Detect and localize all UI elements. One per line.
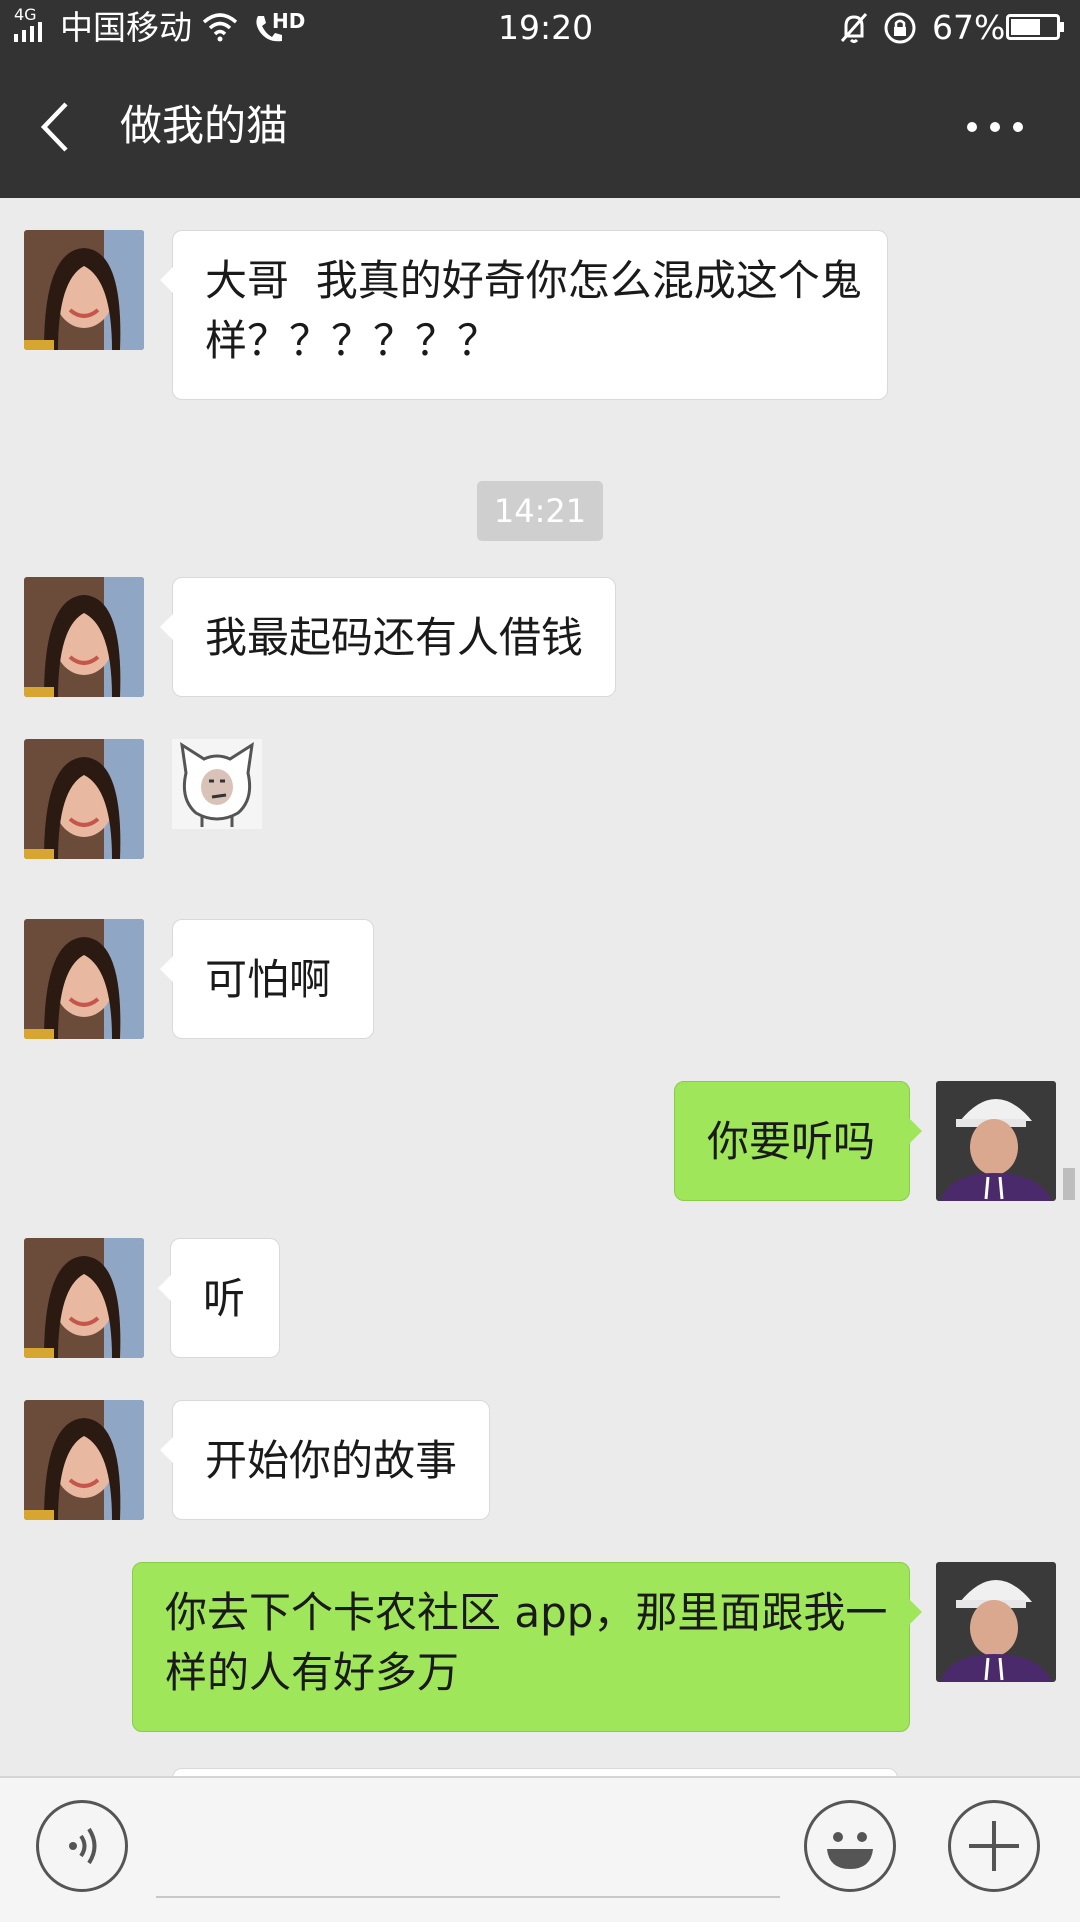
back-arrow-icon xyxy=(40,102,68,152)
voice-button[interactable] xyxy=(36,1800,128,1892)
battery-icon xyxy=(1006,14,1064,40)
incoming-message[interactable]: 大哥 我真的好奇你怎么混成这个鬼 样？？？？？？ xyxy=(160,230,888,400)
contact-avatar[interactable] xyxy=(24,919,144,1039)
incoming-message[interactable]: 我最起码还有人借钱 xyxy=(160,577,616,697)
message-text: 开始你的故事 xyxy=(205,1436,458,1485)
contact-avatar[interactable] xyxy=(24,1400,144,1520)
chat-title: 做我的猫 xyxy=(120,101,289,150)
message-text: 你去下个卡农社区 app，那里面跟我一 xyxy=(165,1588,888,1637)
message-input[interactable] xyxy=(156,1896,780,1898)
scrollbar-thumb[interactable] xyxy=(1063,1168,1075,1200)
back-button[interactable] xyxy=(30,92,90,162)
message-text: 可怕啊 xyxy=(205,955,332,1004)
emoji-icon xyxy=(827,1832,873,1869)
time-divider: 14:21 xyxy=(477,481,603,541)
status-bar: 4G 中国移动 HD 19:20 67% xyxy=(0,0,1080,56)
chat-header: 做我的猫 xyxy=(0,56,1080,198)
wifi-icon xyxy=(202,13,238,42)
message-text: 听 xyxy=(203,1274,246,1323)
battery-percent: 67% xyxy=(932,8,1006,47)
more-options-icon xyxy=(967,122,1023,132)
message-text: 样？？？？？？ xyxy=(205,316,500,365)
rotation-lock-icon xyxy=(884,12,916,44)
cat-face-sticker[interactable] xyxy=(172,739,262,829)
message-list[interactable]: 大哥 我真的好奇你怎么混成这个鬼 样？？？？？？ 14:21 我最起码还有人借钱… xyxy=(0,198,1080,1776)
signal-icon xyxy=(14,22,42,42)
input-bar xyxy=(0,1776,1080,1922)
my-avatar[interactable] xyxy=(936,1081,1056,1201)
emoji-button[interactable] xyxy=(804,1800,896,1892)
message-text: 你要听吗 xyxy=(707,1117,876,1166)
incoming-message[interactable]: 听 xyxy=(158,1238,280,1358)
contact-avatar[interactable] xyxy=(24,1238,144,1358)
incoming-message[interactable] xyxy=(172,1768,898,1776)
carrier-name: 中国移动 xyxy=(60,8,192,47)
battery-level xyxy=(1011,19,1040,35)
voice-input-icon xyxy=(69,1827,97,1865)
my-avatar[interactable] xyxy=(936,1562,1056,1682)
plus-icon xyxy=(969,1821,1019,1871)
more-functions-button[interactable] xyxy=(948,1800,1040,1892)
silent-mode-icon xyxy=(840,13,868,43)
outgoing-message[interactable]: 你去下个卡农社区 app，那里面跟我一 样的人有好多万 xyxy=(132,1562,922,1732)
contact-avatar[interactable] xyxy=(24,230,144,350)
incoming-message[interactable]: 开始你的故事 xyxy=(160,1400,490,1520)
incoming-message[interactable]: 可怕啊 xyxy=(160,919,374,1039)
contact-avatar[interactable] xyxy=(24,577,144,697)
status-time: 19:20 xyxy=(498,8,594,47)
cat-sticker-icon xyxy=(172,739,262,829)
hd-badge: HD xyxy=(272,9,306,33)
message-text: 大哥 我真的好奇你怎么混成这个鬼 xyxy=(205,256,862,305)
contact-avatar[interactable] xyxy=(24,739,144,859)
message-text: 我最起码还有人借钱 xyxy=(205,613,584,662)
contact-avatar[interactable] xyxy=(24,1768,144,1776)
outgoing-message[interactable]: 你要听吗 xyxy=(674,1081,922,1201)
more-options-button[interactable] xyxy=(960,102,1030,152)
message-text: 样的人有好多万 xyxy=(165,1648,460,1697)
